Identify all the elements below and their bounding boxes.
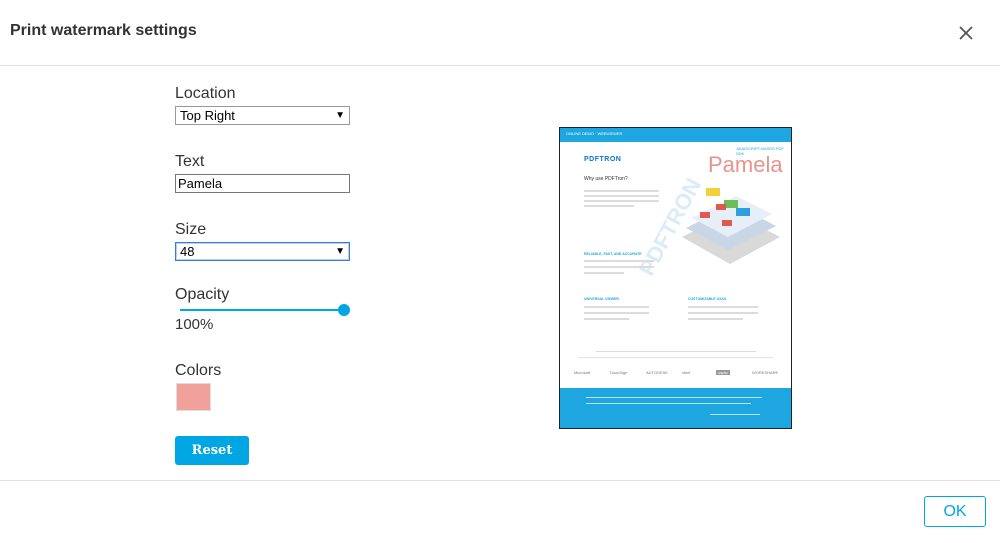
preview-text-line	[586, 397, 762, 398]
preview-subheading: RELIABLE, FAST, AND ACCURATE	[584, 252, 642, 256]
preview-watermark-text: Pamela	[708, 152, 783, 177]
preview-text-line	[688, 312, 758, 314]
preview-topbar-text: ONLINE DEMO · WEBVIEWER	[566, 131, 623, 136]
text-label: Text	[175, 153, 205, 170]
location-label: Location	[175, 85, 236, 102]
preview-brand-logo: AUTODESK	[646, 370, 668, 375]
preview-text-line	[584, 190, 659, 192]
preview-brand-logo: Microsoft	[574, 370, 591, 375]
dialog-header: Print watermark settings	[0, 0, 1000, 66]
preview-brand-logo: DocuSign	[610, 370, 628, 375]
size-select[interactable]: 48 ▼	[175, 242, 350, 261]
preview-text-line	[584, 318, 629, 320]
preview-text-line	[584, 266, 654, 268]
preview-text-line	[596, 351, 756, 352]
preview-text-line	[688, 318, 743, 320]
location-select[interactable]: Top Right ▼	[175, 106, 350, 125]
dialog-footer-divider	[0, 480, 1000, 481]
preview-text-line	[710, 414, 760, 415]
preview-text-line	[584, 195, 659, 197]
preview-text-line	[586, 403, 751, 404]
opacity-value: 100%	[175, 316, 214, 333]
chevron-down-icon: ▼	[335, 246, 345, 257]
dialog-title: Print watermark settings	[10, 22, 197, 39]
opacity-slider-handle[interactable]	[338, 304, 350, 316]
preview-brand-logo: xfinit	[682, 370, 691, 375]
preview-subheading: UNIVERSAL VIEWER	[584, 297, 619, 301]
preview-text-line	[584, 306, 649, 308]
preview-brand-logo: uspto	[716, 370, 730, 375]
size-select-value: 48	[180, 244, 195, 259]
preview-text-line	[584, 312, 649, 314]
preview-divider	[578, 357, 773, 358]
preview-text-line	[584, 260, 654, 262]
print-preview: ONLINE DEMO · WEBVIEWER JAVASCRIPT-BASED…	[559, 127, 792, 429]
colors-label: Colors	[175, 362, 222, 379]
watermark-text-input[interactable]: Pamela	[175, 174, 350, 193]
preview-topbar: ONLINE DEMO · WEBVIEWER	[560, 128, 791, 142]
ok-button[interactable]: OK	[924, 496, 986, 527]
preview-logo: PDFTRON	[584, 156, 622, 163]
preview-subheading: CUSTOMIZABLE UX/UI	[688, 297, 727, 301]
chevron-down-icon: ▼	[335, 110, 345, 121]
color-swatch[interactable]	[176, 383, 211, 411]
preview-footer-band	[560, 388, 791, 428]
location-select-value: Top Right	[180, 108, 235, 123]
preview-brand-logos: Microsoft DocuSign AUTODESK xfinit uspto…	[574, 368, 779, 378]
opacity-slider-track[interactable]	[180, 309, 344, 311]
close-button[interactable]	[950, 17, 982, 49]
opacity-label: Opacity	[175, 286, 230, 303]
preview-text-line	[584, 205, 634, 207]
close-icon	[959, 26, 973, 40]
preview-text-line	[584, 272, 624, 274]
size-label: Size	[175, 221, 207, 238]
preview-brand-logo: WORKSHARE	[752, 370, 779, 375]
preview-text-line	[688, 306, 758, 308]
preview-heading: Why use PDFTron?	[584, 176, 628, 182]
preview-text-line	[584, 200, 659, 202]
reset-button[interactable]: Reset	[175, 436, 249, 465]
